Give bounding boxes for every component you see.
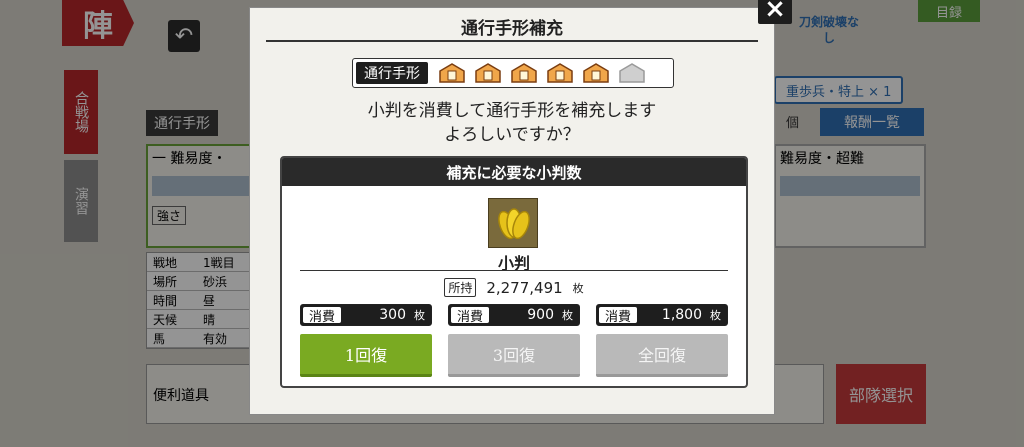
refill-3-button[interactable]: 3回復 [448,334,580,377]
close-button[interactable]: × [758,0,792,24]
cost-panel: 補充に必要な小判数 小判 所持 2,277,491 枚 消費 300 枚 1回復… [280,156,748,388]
cost-unit: 枚 [710,309,721,322]
pass-icons [431,59,647,87]
confirm-message-line1: 小判を消費して通行手形を補充します [367,101,657,121]
owned-tag: 所持 [444,278,477,297]
cost-label: 消費 [599,307,638,325]
pass-icon-filled [583,63,609,83]
refill-1-button[interactable]: 1回復 [300,334,432,377]
cost-header: 補充に必要な小判数 [282,158,746,186]
refill-options: 消費 300 枚 1回復 消費 900 枚 3回復 消費 1,800 枚 全回復 [300,304,728,377]
owned-unit: 枚 [572,281,584,295]
item-divider [300,270,728,271]
owned-value: 2,277,491 [486,278,563,297]
cost-unit: 枚 [562,309,573,322]
refill-all-button[interactable]: 全回復 [596,334,728,377]
cost-display: 消費 300 枚 [300,304,432,326]
refill-option-3: 消費 900 枚 3回復 [448,304,580,377]
refill-option-all: 消費 1,800 枚 全回復 [596,304,728,377]
pass-status: 通行手形 [352,58,674,88]
pass-label: 通行手形 [356,62,428,84]
pass-icon-filled [475,63,501,83]
title-divider [266,40,758,42]
owned-row: 所持 2,277,491 枚 [282,278,746,297]
cost-display: 消費 900 枚 [448,304,580,326]
pass-icon-empty [619,63,645,83]
cost-label: 消費 [451,307,490,325]
confirm-message-line2: よろしいですか？ [444,125,580,145]
cost-value: 300 [379,307,406,323]
cost-unit: 枚 [414,309,425,322]
koban-icon [488,198,538,248]
pass-icon-filled [547,63,573,83]
cost-label: 消費 [303,307,342,325]
cost-value: 1,800 [661,307,702,323]
dialog-title: 通行手形補充 [461,19,563,39]
pass-icon-filled [439,63,465,83]
pass-icon-filled [511,63,537,83]
refill-option-1: 消費 300 枚 1回復 [300,304,432,377]
cost-display: 消費 1,800 枚 [596,304,728,326]
cost-value: 900 [527,307,554,323]
